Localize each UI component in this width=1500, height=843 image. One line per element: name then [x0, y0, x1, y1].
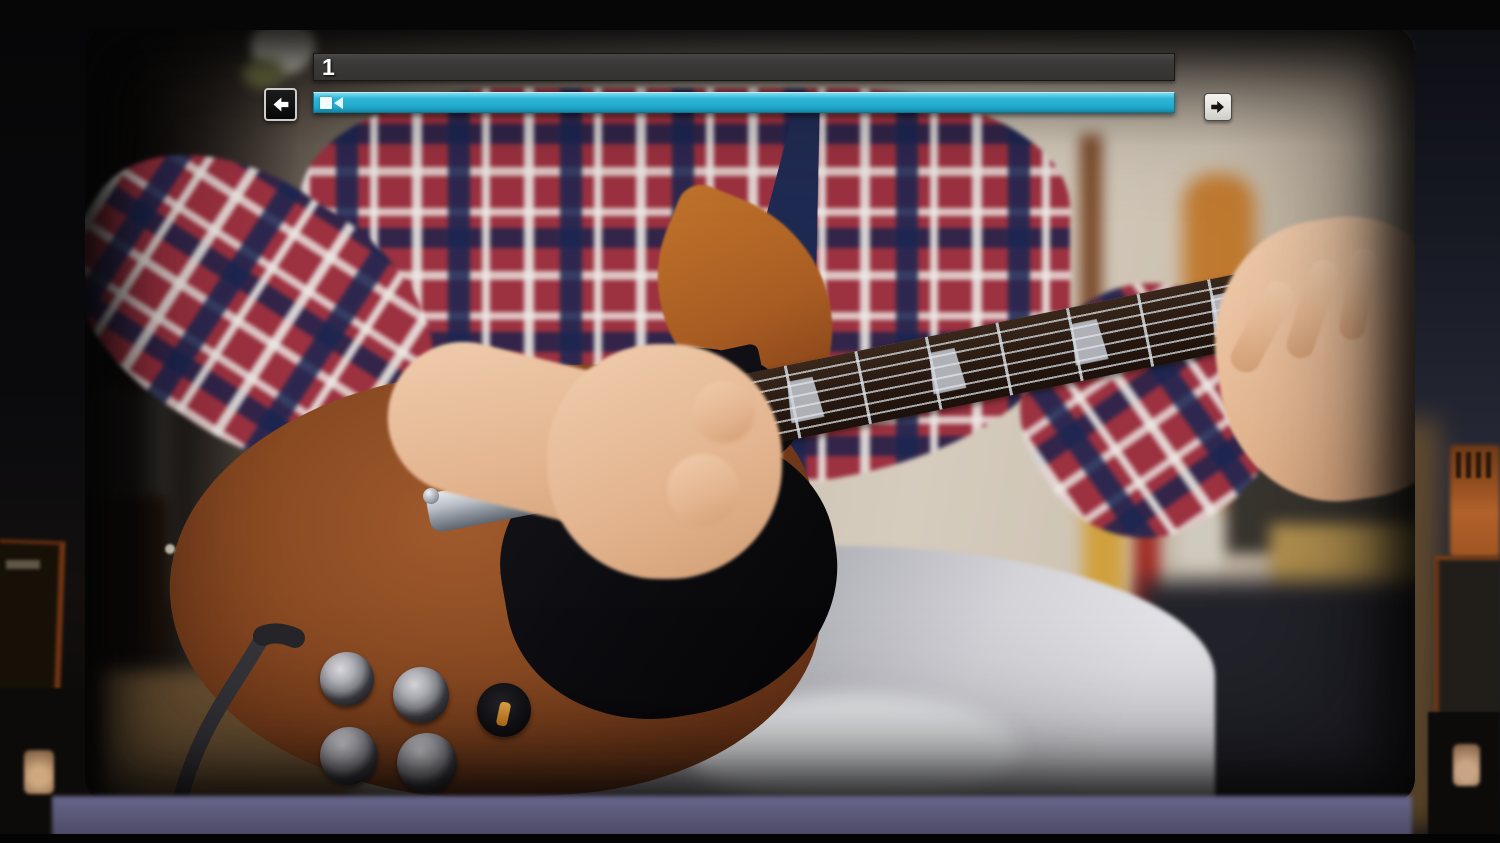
- video-camera-lens: [334, 96, 343, 109]
- video-timeline[interactable]: [313, 92, 1175, 113]
- video-camera-icon: [320, 96, 343, 110]
- knuckle: [667, 454, 739, 526]
- game-stage: 1: [0, 0, 1500, 843]
- bottom-letterbox: [0, 834, 1500, 843]
- previous-section-button[interactable]: [264, 88, 297, 121]
- next-section-button[interactable]: [1204, 93, 1232, 121]
- section-number: 1: [322, 53, 335, 80]
- case-latch-right: [1453, 744, 1480, 786]
- arrow-right-icon: [1209, 98, 1227, 116]
- stage-floor-edge: [52, 796, 1412, 838]
- top-letterbox: [0, 0, 1500, 30]
- lesson-video: [85, 26, 1415, 804]
- amp-logo-left: [6, 560, 40, 569]
- case-latch-left: [24, 750, 54, 794]
- video-camera-body: [320, 96, 332, 109]
- strumming-hand: [547, 344, 782, 579]
- knuckle: [693, 381, 755, 443]
- amp-head-right-vents: [1456, 452, 1496, 478]
- amp-cabinet-right: [1434, 556, 1500, 724]
- section-bar: 1: [313, 53, 1175, 81]
- arrow-left-icon: [270, 94, 291, 115]
